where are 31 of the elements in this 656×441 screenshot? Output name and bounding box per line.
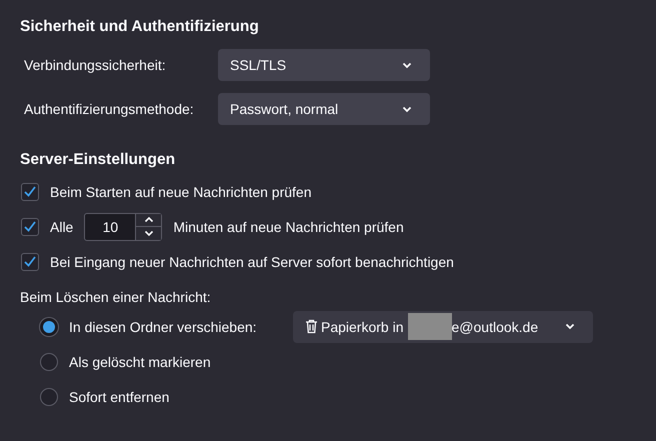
increment-button[interactable] [136, 214, 162, 226]
checkbox[interactable] [21, 182, 39, 200]
checkbox-label[interactable]: Beim Starten auf neue Nachrichten prüfen [50, 184, 312, 200]
folder-dropdown[interactable]: Papierkorb in e@outlook.de [293, 310, 593, 342]
trash-icon [305, 319, 318, 334]
chevron-down-icon [565, 323, 575, 330]
group-label: Beim Löschen einer Nachricht: [20, 288, 212, 307]
field-label: Verbindungssicherheit: [24, 57, 167, 73]
radio-label[interactable]: Sofort entfernen [69, 388, 293, 404]
radio-label[interactable]: In diesen Ordner verschieben: [69, 318, 293, 334]
chevron-up-icon [144, 216, 154, 224]
interval-label: Minuten auf neue Nachrichten prüfen [173, 218, 404, 234]
radio-label[interactable]: Als gelöscht markieren [69, 354, 293, 370]
radio-button[interactable] [40, 318, 58, 336]
checkbox[interactable] [21, 218, 39, 236]
dropdown[interactable]: Passwort, normal [218, 93, 430, 125]
radio-button[interactable] [40, 352, 58, 370]
section-heading: Server-Einstellungen [20, 150, 176, 170]
chevron-down-icon [144, 230, 154, 237]
section-heading: Sicherheit und Authentifizierung [20, 17, 260, 37]
chevron-down-icon [402, 62, 412, 68]
checkbox[interactable] [21, 252, 39, 270]
checkbox-label[interactable]: Bei Eingang neuer Nachrichten auf Server sofort benachrichtigen [50, 254, 454, 270]
radio-button[interactable] [40, 388, 58, 406]
decrement-button[interactable] [136, 226, 162, 240]
checkbox-label[interactable]: Alle [50, 218, 74, 234]
field-label: Authentifizierungsmethode: [24, 101, 195, 117]
chevron-down-icon [402, 106, 412, 112]
number-field[interactable]: 10 [85, 214, 136, 240]
dropdown[interactable]: SSL/TLS [218, 49, 430, 81]
number-spinner[interactable]: 10 [84, 212, 162, 240]
